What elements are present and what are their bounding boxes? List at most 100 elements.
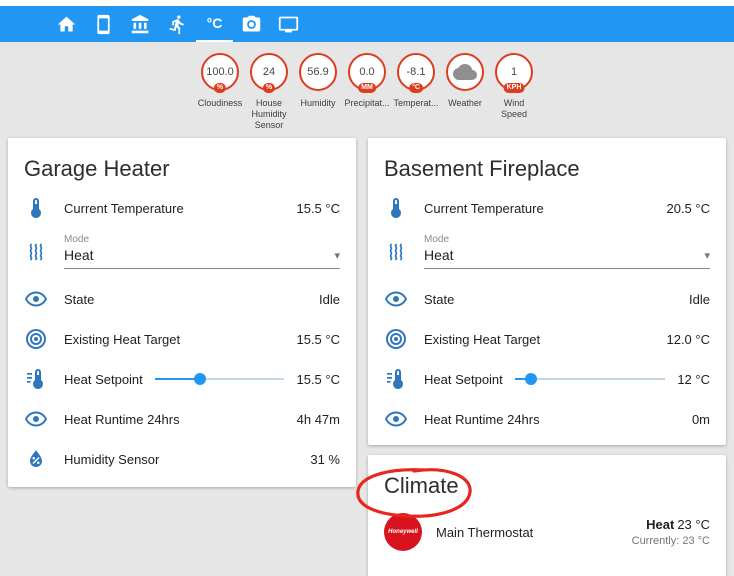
bullseye-icon	[24, 327, 48, 351]
eye-icon	[24, 407, 48, 431]
row-value: 31 %	[310, 451, 340, 467]
badge-label: Humidity	[300, 98, 336, 108]
water-percent-icon	[24, 447, 48, 471]
badge-label: Wind Speed	[500, 98, 528, 119]
row-existing-heat-target[interactable]: Existing Heat Target 15.5 °C	[8, 319, 356, 359]
thermostat-mode: Heat	[646, 517, 675, 532]
badge-value: 56.9	[307, 66, 329, 78]
badge-value: 24	[262, 66, 276, 78]
mode-select[interactable]: Mode Heat ▾	[64, 234, 340, 269]
cloud-icon	[453, 60, 477, 84]
row-heat-runtime[interactable]: Heat Runtime 24hrs 4h 47m	[8, 399, 356, 439]
row-state[interactable]: State Idle	[8, 279, 356, 319]
row-label: State	[424, 291, 455, 307]
row-mode: Mode Heat ▾	[8, 228, 356, 279]
row-value: 12 °C	[677, 371, 710, 387]
slider-track	[514, 378, 666, 380]
badge-temperature[interactable]: -8.1 °C Temperat...	[393, 53, 439, 132]
row-heat-setpoint: Heat Setpoint 15.5 °C	[8, 359, 356, 399]
badge-label: Weather	[448, 98, 482, 108]
thermometer-lines-icon	[384, 367, 408, 391]
heat-setpoint-slider[interactable]	[154, 372, 285, 386]
heat-setpoint-slider[interactable]	[514, 372, 666, 386]
eye-icon	[24, 287, 48, 311]
row-label: State	[64, 291, 95, 307]
heat-waves-icon	[384, 240, 408, 264]
row-value: 15.5 °C	[296, 331, 340, 347]
badge-label: House Humidity Sensor	[251, 98, 287, 130]
badge-weather[interactable]: Weather	[442, 53, 488, 132]
badge-label: Cloudiness	[197, 98, 243, 108]
badge-wind-speed[interactable]: 1 KPH Wind Speed	[491, 53, 537, 132]
chevron-down-icon: ▾	[704, 249, 710, 262]
row-heat-runtime[interactable]: Heat Runtime 24hrs 0m	[368, 399, 726, 439]
row-value: 12.0 °C	[666, 331, 710, 347]
row-state[interactable]: State Idle	[368, 279, 726, 319]
row-heat-setpoint: Heat Setpoint 12 °C	[368, 359, 726, 399]
row-label: Current Temperature	[424, 200, 544, 216]
television-icon	[278, 14, 299, 35]
bank-icon	[130, 14, 151, 35]
row-value: 4h 47m	[296, 411, 340, 427]
chevron-down-icon: ▾	[334, 249, 340, 262]
basement-fireplace-card: Basement Fireplace Current Temperature 2…	[368, 138, 726, 445]
bullseye-icon	[384, 327, 408, 351]
slider-thumb[interactable]	[194, 373, 207, 385]
home-icon	[56, 14, 77, 35]
row-label: Heat Runtime 24hrs	[424, 411, 540, 427]
badge-unit: KPH	[503, 83, 525, 93]
mode-select-value: Heat	[424, 247, 454, 263]
mode-select-value: Heat	[64, 247, 94, 263]
badge-house-humidity[interactable]: 24 % House Humidity Sensor	[246, 53, 292, 132]
badge-value: 0.0	[359, 66, 375, 78]
row-label: Existing Heat Target	[424, 331, 541, 347]
row-value: 0m	[691, 411, 710, 427]
badge-unit: MM	[358, 83, 376, 93]
garage-heater-card: Garage Heater Current Temperature 15.5 °…	[8, 138, 356, 487]
row-label: Existing Heat Target	[64, 331, 181, 347]
slider-thumb[interactable]	[525, 373, 538, 385]
badge-humidity[interactable]: 56.9 Humidity	[295, 53, 341, 132]
nav-tab-media[interactable]	[270, 6, 307, 42]
row-current-temperature[interactable]: Current Temperature 15.5 °C	[8, 188, 356, 228]
row-main-thermostat[interactable]: Honeywell Main Thermostat Heat 23 °C Curr…	[368, 505, 726, 567]
person-running-icon	[167, 14, 188, 35]
honeywell-logo: Honeywell	[384, 513, 422, 551]
card-title: Basement Fireplace	[384, 156, 580, 181]
eye-icon	[384, 407, 408, 431]
thermostat-temp: 23 °C	[677, 517, 710, 532]
badge-label: Temperat...	[393, 98, 439, 108]
badge-cloudiness[interactable]: 100.0 % Cloudiness	[197, 53, 243, 132]
nav-tab-bank[interactable]	[122, 6, 159, 42]
thermometer-icon	[24, 196, 48, 220]
row-label: Heat Runtime 24hrs	[64, 411, 180, 427]
row-label: Humidity Sensor	[64, 451, 160, 467]
cellphone-icon	[93, 14, 114, 35]
nav-tab-temperature[interactable]: °C	[196, 6, 233, 42]
row-label: Current Temperature	[64, 200, 184, 216]
nav-tab-camera[interactable]	[233, 6, 270, 42]
nav-tab-home[interactable]	[48, 6, 85, 42]
row-existing-heat-target[interactable]: Existing Heat Target 12.0 °C	[368, 319, 726, 359]
card-title: Garage Heater	[24, 156, 170, 181]
row-value: 20.5 °C	[666, 200, 710, 216]
badge-precipitation[interactable]: 0.0 MM Precipitat...	[344, 53, 390, 132]
card-title: Climate	[384, 473, 459, 498]
row-current-temperature[interactable]: Current Temperature 20.5 °C	[368, 188, 726, 228]
thermostat-currently: Currently: 23 °C	[631, 535, 710, 547]
row-label: Heat Setpoint	[424, 371, 503, 387]
right-column: Basement Fireplace Current Temperature 2…	[368, 138, 726, 576]
row-mode: Mode Heat ▾	[368, 228, 726, 279]
badge-value: 100.0	[206, 66, 234, 78]
mode-select[interactable]: Mode Heat ▾	[424, 234, 710, 269]
row-value: 15.5 °C	[296, 371, 340, 387]
top-navigation: °C	[0, 6, 734, 42]
badge-unit: %	[213, 83, 227, 93]
climate-card: Climate Honeywell Main Thermostat Heat 23…	[368, 455, 726, 576]
nav-tab-devices[interactable]	[85, 6, 122, 42]
row-humidity-sensor[interactable]: Humidity Sensor 31 %	[8, 439, 356, 479]
badge-unit: °C	[409, 83, 423, 93]
nav-tab-activity[interactable]	[159, 6, 196, 42]
mode-select-label: Mode	[64, 234, 90, 245]
row-value: Idle	[689, 291, 710, 307]
